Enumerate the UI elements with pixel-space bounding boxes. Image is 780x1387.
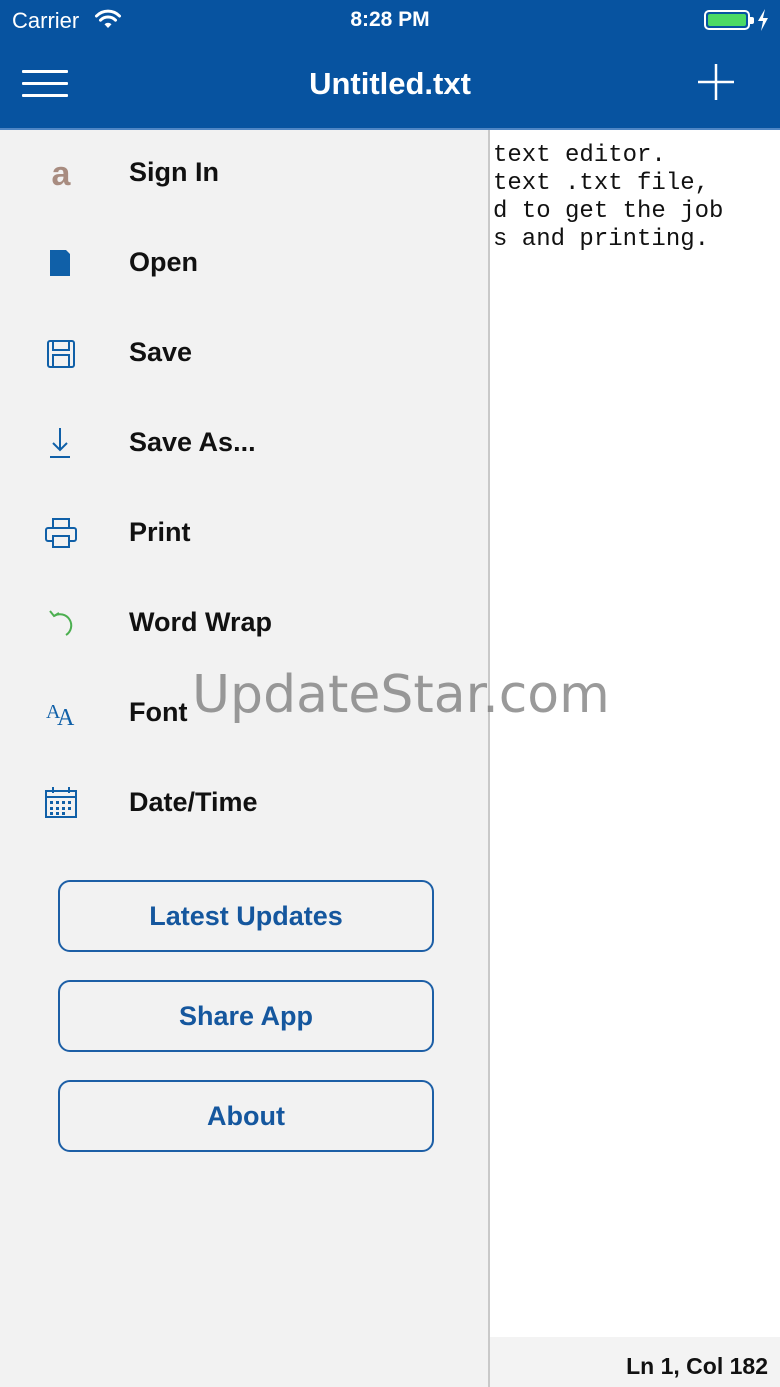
menu-item-label: Word Wrap: [129, 607, 273, 637]
font-size-icon: A A: [46, 701, 75, 731]
svg-text:a: a: [52, 155, 72, 193]
watermark: UpdateStar.com: [192, 665, 610, 725]
battery-icon: [704, 10, 754, 30]
latest-updates-button[interactable]: Latest Updates: [58, 880, 434, 952]
folder-icon: [50, 250, 70, 276]
menu-item-save[interactable]: Save: [0, 310, 488, 400]
menu-item-label: Sign In: [129, 157, 219, 187]
charging-bolt-icon: [758, 9, 768, 31]
menu-item-label: Save As...: [129, 427, 256, 457]
menu-item-sign-in[interactable]: a Sign In: [0, 130, 488, 220]
text-editor[interactable]: text editor. text .txt file, d to get th…: [490, 130, 780, 1337]
plus-icon[interactable]: [696, 62, 736, 102]
navigation-bar: Untitled.txt: [0, 40, 780, 130]
about-button[interactable]: About: [58, 1080, 434, 1152]
wrap-arrow-icon: [49, 610, 73, 636]
menu-item-label: Font: [129, 697, 188, 727]
editor-text: text editor. text .txt file, d to get th…: [493, 142, 724, 253]
share-app-button[interactable]: Share App: [58, 980, 434, 1052]
menu-item-date-time[interactable]: Date/Time: [0, 760, 488, 850]
amazon-a-icon: a: [52, 155, 72, 193]
menu-item-word-wrap[interactable]: Word Wrap: [0, 580, 488, 670]
menu-item-label: Print: [129, 517, 191, 547]
download-arrow-icon: [50, 428, 70, 458]
cursor-position: Ln 1, Col 182: [490, 1337, 780, 1387]
menu-item-label: Open: [129, 247, 199, 277]
document-title: Untitled.txt: [309, 66, 471, 101]
calendar-icon: [45, 787, 77, 818]
menu-item-save-as[interactable]: Save As...: [0, 400, 488, 490]
svg-text:A: A: [57, 705, 75, 731]
printer-icon: [45, 518, 77, 548]
side-drawer: a Sign In Open Save Save As... Print Wor…: [0, 130, 490, 1387]
status-bar: Carrier 8:28 PM: [0, 0, 780, 40]
clock: 8:28 PM: [350, 8, 430, 31]
menu-item-open[interactable]: Open: [0, 220, 488, 310]
menu-item-label: Save: [129, 337, 193, 367]
menu-item-print[interactable]: Print: [0, 490, 488, 580]
floppy-disk-icon: [47, 340, 75, 368]
menu-item-label: Date/Time: [129, 787, 258, 817]
